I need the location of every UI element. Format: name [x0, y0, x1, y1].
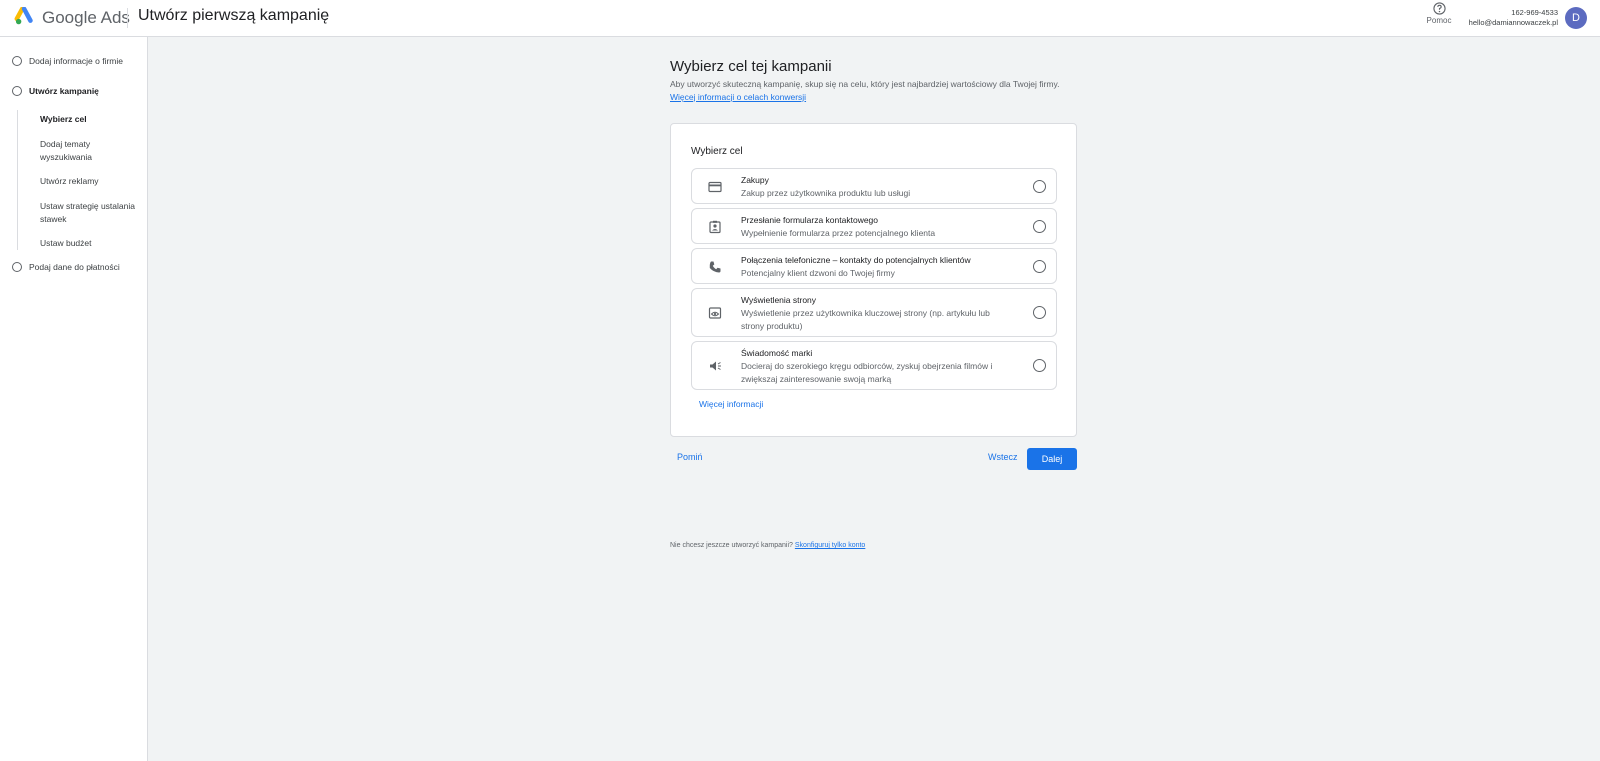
option-description: Potencjalny klient dzwoni do Twojej firm… — [741, 268, 895, 278]
option-title: Przesłanie formularza kontaktowego — [741, 215, 879, 225]
sidebar-step-payment[interactable]: Podaj dane do płatności — [12, 262, 120, 272]
goal-option-phone-calls[interactable]: Połączenia telefoniczne – kontakty do po… — [691, 248, 1057, 284]
contact-form-icon — [709, 220, 721, 234]
brand-name: Google Ads — [42, 8, 130, 27]
option-title: Wyświetlenia strony — [741, 295, 817, 305]
main-description: Aby utworzyć skuteczną kampanię, skup si… — [670, 78, 1070, 103]
account-info[interactable]: 162-969-4533 hello@damiannowaczek.pl — [1469, 8, 1558, 28]
header-divider — [127, 8, 128, 28]
page-view-icon — [708, 307, 722, 319]
option-description: Wyświetlenie przez użytkownika kluczowej… — [741, 308, 990, 331]
option-radio[interactable] — [1033, 260, 1046, 273]
sidebar-substep-search-themes[interactable]: Dodaj tematy wyszukiwania — [40, 138, 144, 163]
goal-card: Wybierz cel Zakupy Zakup przez użytkowni… — [670, 123, 1077, 437]
sidebar-step-label: Dodaj informacje o firmie — [29, 56, 124, 66]
google-ads-logo-icon[interactable] — [14, 7, 36, 27]
sidebar-step-label: Podaj dane do płatności — [29, 262, 120, 272]
card-title: Wybierz cel — [691, 146, 743, 157]
sidebar-substep-create-ads[interactable]: Utwórz reklamy — [40, 175, 144, 188]
skip-button[interactable]: Pomiń — [677, 452, 703, 462]
page-title: Utwórz pierwszą kampanię — [138, 7, 330, 24]
account-email: hello@damiannowaczek.pl — [1468, 18, 1558, 27]
option-description: Wypełnienie formularza przez potencjalne… — [741, 228, 936, 238]
sidebar-step-business-info[interactable]: Dodaj informacje o firmie — [12, 56, 123, 66]
next-button[interactable]: Dalej — [1027, 448, 1077, 470]
option-title: Świadomość marki — [741, 348, 813, 358]
step-status-circle-icon — [12, 56, 22, 66]
option-title: Zakupy — [741, 175, 769, 185]
help-button[interactable]: Pomoc — [1424, 2, 1454, 25]
conversion-goals-link[interactable]: Więcej informacji o celach konwersji — [670, 92, 806, 102]
avatar[interactable]: D — [1565, 7, 1587, 29]
option-radio[interactable] — [1033, 359, 1046, 372]
description-text: Aby utworzyć skuteczną kampanię, skup si… — [670, 79, 1060, 89]
sidebar-step-label: Utwórz kampanię — [29, 86, 99, 96]
credit-card-icon — [708, 181, 722, 193]
customer-id: 162-969-4533 — [1511, 8, 1558, 17]
configure-account-link[interactable]: Skonfiguruj tylko konto — [795, 542, 865, 549]
help-icon — [1432, 2, 1446, 15]
sidebar-substep-bidding[interactable]: Ustaw strategię ustalania stawek — [40, 200, 144, 225]
main-heading: Wybierz cel tej kampanii — [670, 58, 832, 75]
megaphone-icon — [710, 361, 721, 371]
top-bar: Google Ads Utwórz pierwszą kampanię Pomo… — [0, 0, 1600, 37]
footer-text: Nie chcesz jeszcze utworzyć kampanii? — [670, 542, 793, 549]
step-status-circle-icon — [12, 86, 22, 96]
sidebar: Dodaj informacje o firmie Utwórz kampani… — [0, 37, 148, 761]
back-button[interactable]: Wstecz — [988, 452, 1018, 462]
sidebar-substep-budget[interactable]: Ustaw budżet — [40, 237, 144, 250]
substeps-line — [17, 110, 18, 250]
sidebar-substep-choose-goal[interactable]: Wybierz cel — [40, 113, 144, 126]
help-label: Pomoc — [1426, 16, 1452, 25]
option-radio[interactable] — [1033, 306, 1046, 319]
option-radio[interactable] — [1033, 180, 1046, 193]
sidebar-step-create-campaign[interactable]: Utwórz kampanię — [12, 86, 99, 96]
goal-option-contact-form[interactable]: Przesłanie formularza kontaktowego Wypeł… — [691, 208, 1057, 244]
step-status-circle-icon — [12, 262, 22, 272]
goal-option-page-views[interactable]: Wyświetlenia strony Wyświetlenie przez u… — [691, 288, 1057, 337]
option-radio[interactable] — [1033, 220, 1046, 233]
goal-option-brand-awareness[interactable]: Świadomość marki Docieraj do szerokiego … — [691, 341, 1057, 390]
more-info-link[interactable]: Więcej informacji — [699, 399, 763, 409]
phone-icon — [709, 261, 721, 273]
option-title: Połączenia telefoniczne – kontakty do po… — [741, 255, 971, 265]
option-description: Docieraj do szerokiego kręgu odbiorców, … — [741, 361, 993, 384]
goal-option-purchases[interactable]: Zakupy Zakup przez użytkownika produktu … — [691, 168, 1057, 204]
footer-note: Nie chcesz jeszcze utworzyć kampanii? Sk… — [670, 542, 865, 549]
option-description: Zakup przez użytkownika produktu lub usł… — [741, 188, 911, 198]
